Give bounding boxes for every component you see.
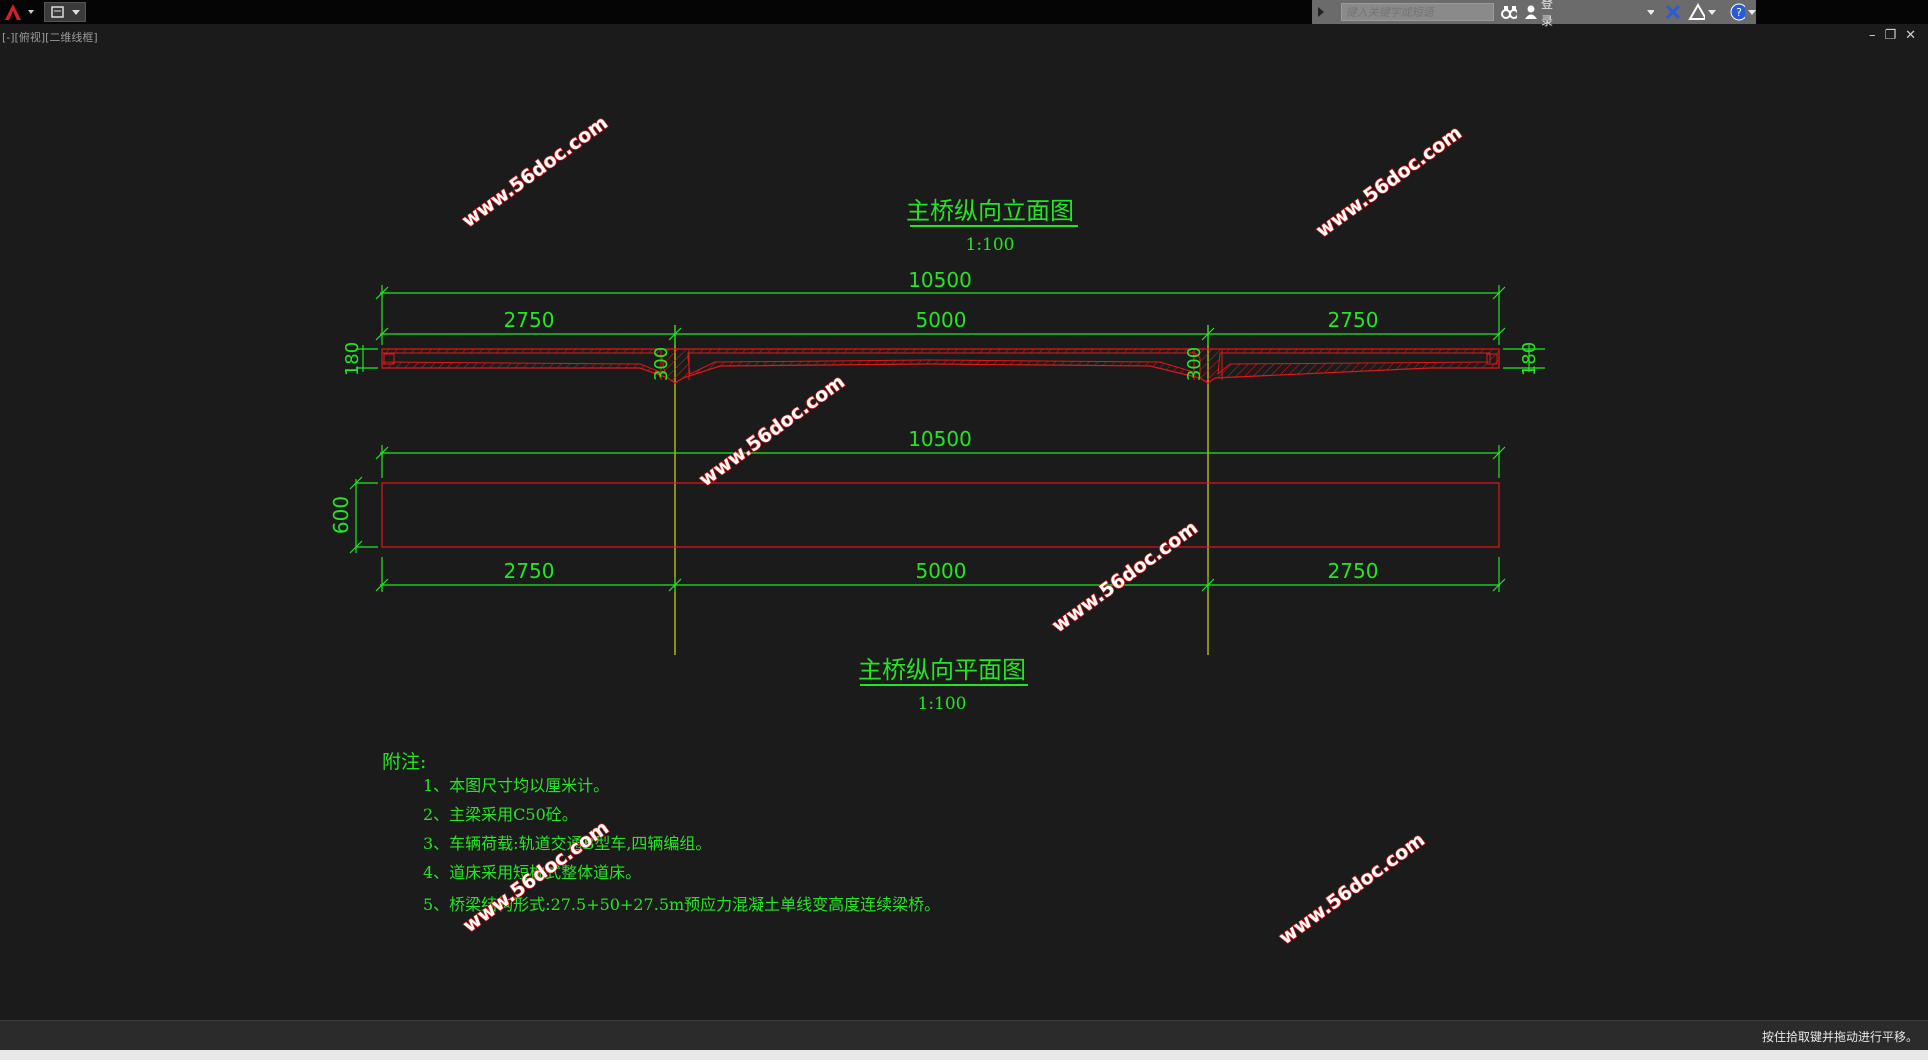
watermarks: www.56doc.com www.56doc.com www.56doc.co… [457,111,1466,950]
watermark: www.56doc.com [1048,517,1202,637]
dim-span-right: 2750 [1328,308,1379,332]
status-bar: 按住拾取键并拖动进行平移。 [0,1020,1928,1051]
watermark: www.56doc.com [1275,829,1429,949]
dim-total-top: 10500 [908,268,972,292]
dim-plan-width: 600 [329,496,353,534]
drawing-canvas[interactable]: 主桥纵向立面图 1:100 10500 2750 5000 2750 180 1… [0,0,1928,1020]
dim-end-height-right: 180 [1519,342,1540,376]
watermark: www.56doc.com [1312,122,1466,242]
dim-plan-span-right: 2750 [1328,559,1379,583]
dim-span-mid: 5000 [916,308,967,332]
dim-end-height-left: 180 [342,342,363,376]
elevation-scale: 1:100 [966,235,1015,255]
watermark: www.56doc.com [458,112,612,232]
watermark: www.56doc.com [695,371,849,491]
dim-pier-height-right: 300 [1184,347,1205,381]
status-message: 按住拾取键并拖动进行平移。 [1761,1030,1918,1044]
dim-total-plan: 10500 [908,427,972,451]
dim-pier-height-left: 300 [651,347,672,381]
plan-title: 主桥纵向平面图 [858,656,1026,684]
dim-plan-span-mid: 5000 [916,559,967,583]
dim-span-left: 2750 [504,308,555,332]
girder-elevation [381,348,1500,384]
dim-plan-span-left: 2750 [504,559,555,583]
plan-scale: 1:100 [918,694,967,714]
girder-plan-outline [381,482,1500,548]
notes-title: 附注: [382,751,426,773]
note-1: 1、本图尺寸均以厘米计。 [423,776,609,795]
bottom-border [0,1050,1928,1060]
note-2: 2、主梁采用C50砼。 [423,805,578,824]
elevation-title: 主桥纵向立面图 [906,197,1074,225]
